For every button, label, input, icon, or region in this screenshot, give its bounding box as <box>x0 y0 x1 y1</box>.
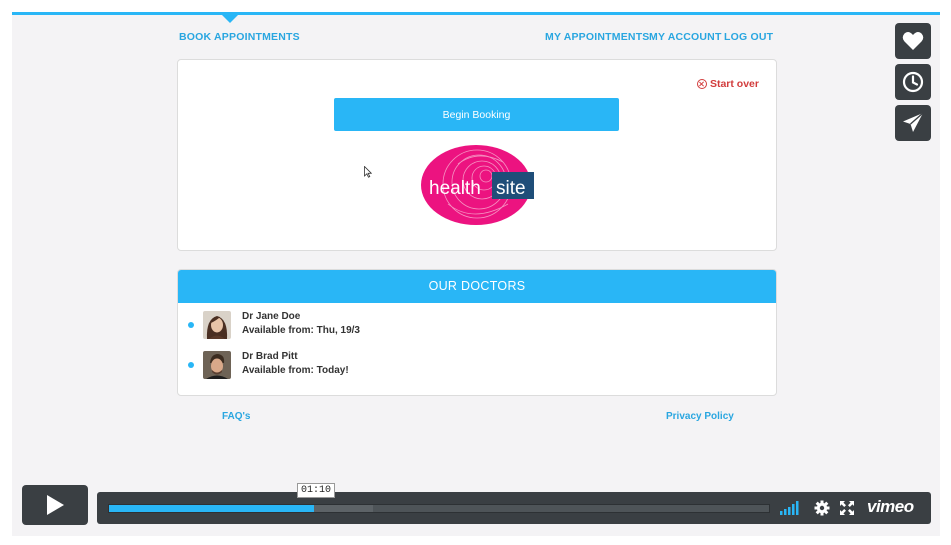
begin-booking-button[interactable]: Begin Booking <box>334 98 619 131</box>
share-button[interactable] <box>895 105 931 141</box>
like-button[interactable] <box>895 23 931 59</box>
doctors-header: OUR DOCTORS <box>178 270 776 303</box>
doctor-availability: Available from: Thu, 19/3 <box>242 325 360 336</box>
doctor-name: Dr Brad Pitt <box>242 351 298 362</box>
doctor-availability: Available from: Today! <box>242 365 349 376</box>
active-nav-caret <box>222 15 238 23</box>
start-over-label: Start over <box>709 78 759 90</box>
health-site-logo: health site <box>421 145 534 225</box>
start-over-link[interactable]: Start over <box>696 78 759 90</box>
send-icon <box>903 112 924 132</box>
heart-icon <box>902 32 924 50</box>
time-tooltip: 01:10 <box>297 483 336 498</box>
played-bar <box>109 505 314 512</box>
play-icon <box>47 495 64 515</box>
nav-log-out[interactable]: LOG OUT <box>724 31 773 43</box>
avatar <box>203 311 231 339</box>
privacy-policy-link[interactable]: Privacy Policy <box>666 411 734 422</box>
nav-book-appointments[interactable]: BOOK APPOINTMENTS <box>179 31 300 43</box>
doctor-name: Dr Jane Doe <box>242 311 301 322</box>
logo-text-site: site <box>496 178 526 199</box>
play-button[interactable] <box>22 485 88 525</box>
avatar <box>203 351 231 379</box>
booking-card: Start over Begin Booking health site <box>177 59 777 251</box>
progress-track[interactable] <box>108 504 770 513</box>
settings-icon[interactable] <box>814 500 830 516</box>
faq-link[interactable]: FAQ's <box>222 411 251 422</box>
logo-text-health: health <box>429 178 481 199</box>
vimeo-logo[interactable]: vimeo <box>867 497 914 517</box>
bullet-icon <box>188 362 194 368</box>
nav-my-appointments[interactable]: MY APPOINTMENTS <box>545 31 650 43</box>
doctor-list-item[interactable]: Dr Brad Pitt Available from: Today! <box>188 351 488 381</box>
mouse-cursor-icon <box>364 166 372 178</box>
watch-later-button[interactable] <box>895 64 931 100</box>
nav-my-account[interactable]: MY ACCOUNT <box>649 31 722 43</box>
player-control-bar: vimeo <box>97 492 931 524</box>
volume-icon[interactable] <box>780 501 802 515</box>
close-circle-icon <box>696 79 707 89</box>
doctors-card: OUR DOCTORS Dr Jane Doe Available from: … <box>177 269 777 396</box>
video-frame: BOOK APPOINTMENTS MY APPOINTMENTS MY ACC… <box>12 12 940 536</box>
bullet-icon <box>188 322 194 328</box>
top-accent-bar <box>12 12 940 15</box>
doctor-list-item[interactable]: Dr Jane Doe Available from: Thu, 19/3 <box>188 311 488 341</box>
clock-icon <box>902 71 924 93</box>
fullscreen-icon[interactable] <box>840 501 854 515</box>
